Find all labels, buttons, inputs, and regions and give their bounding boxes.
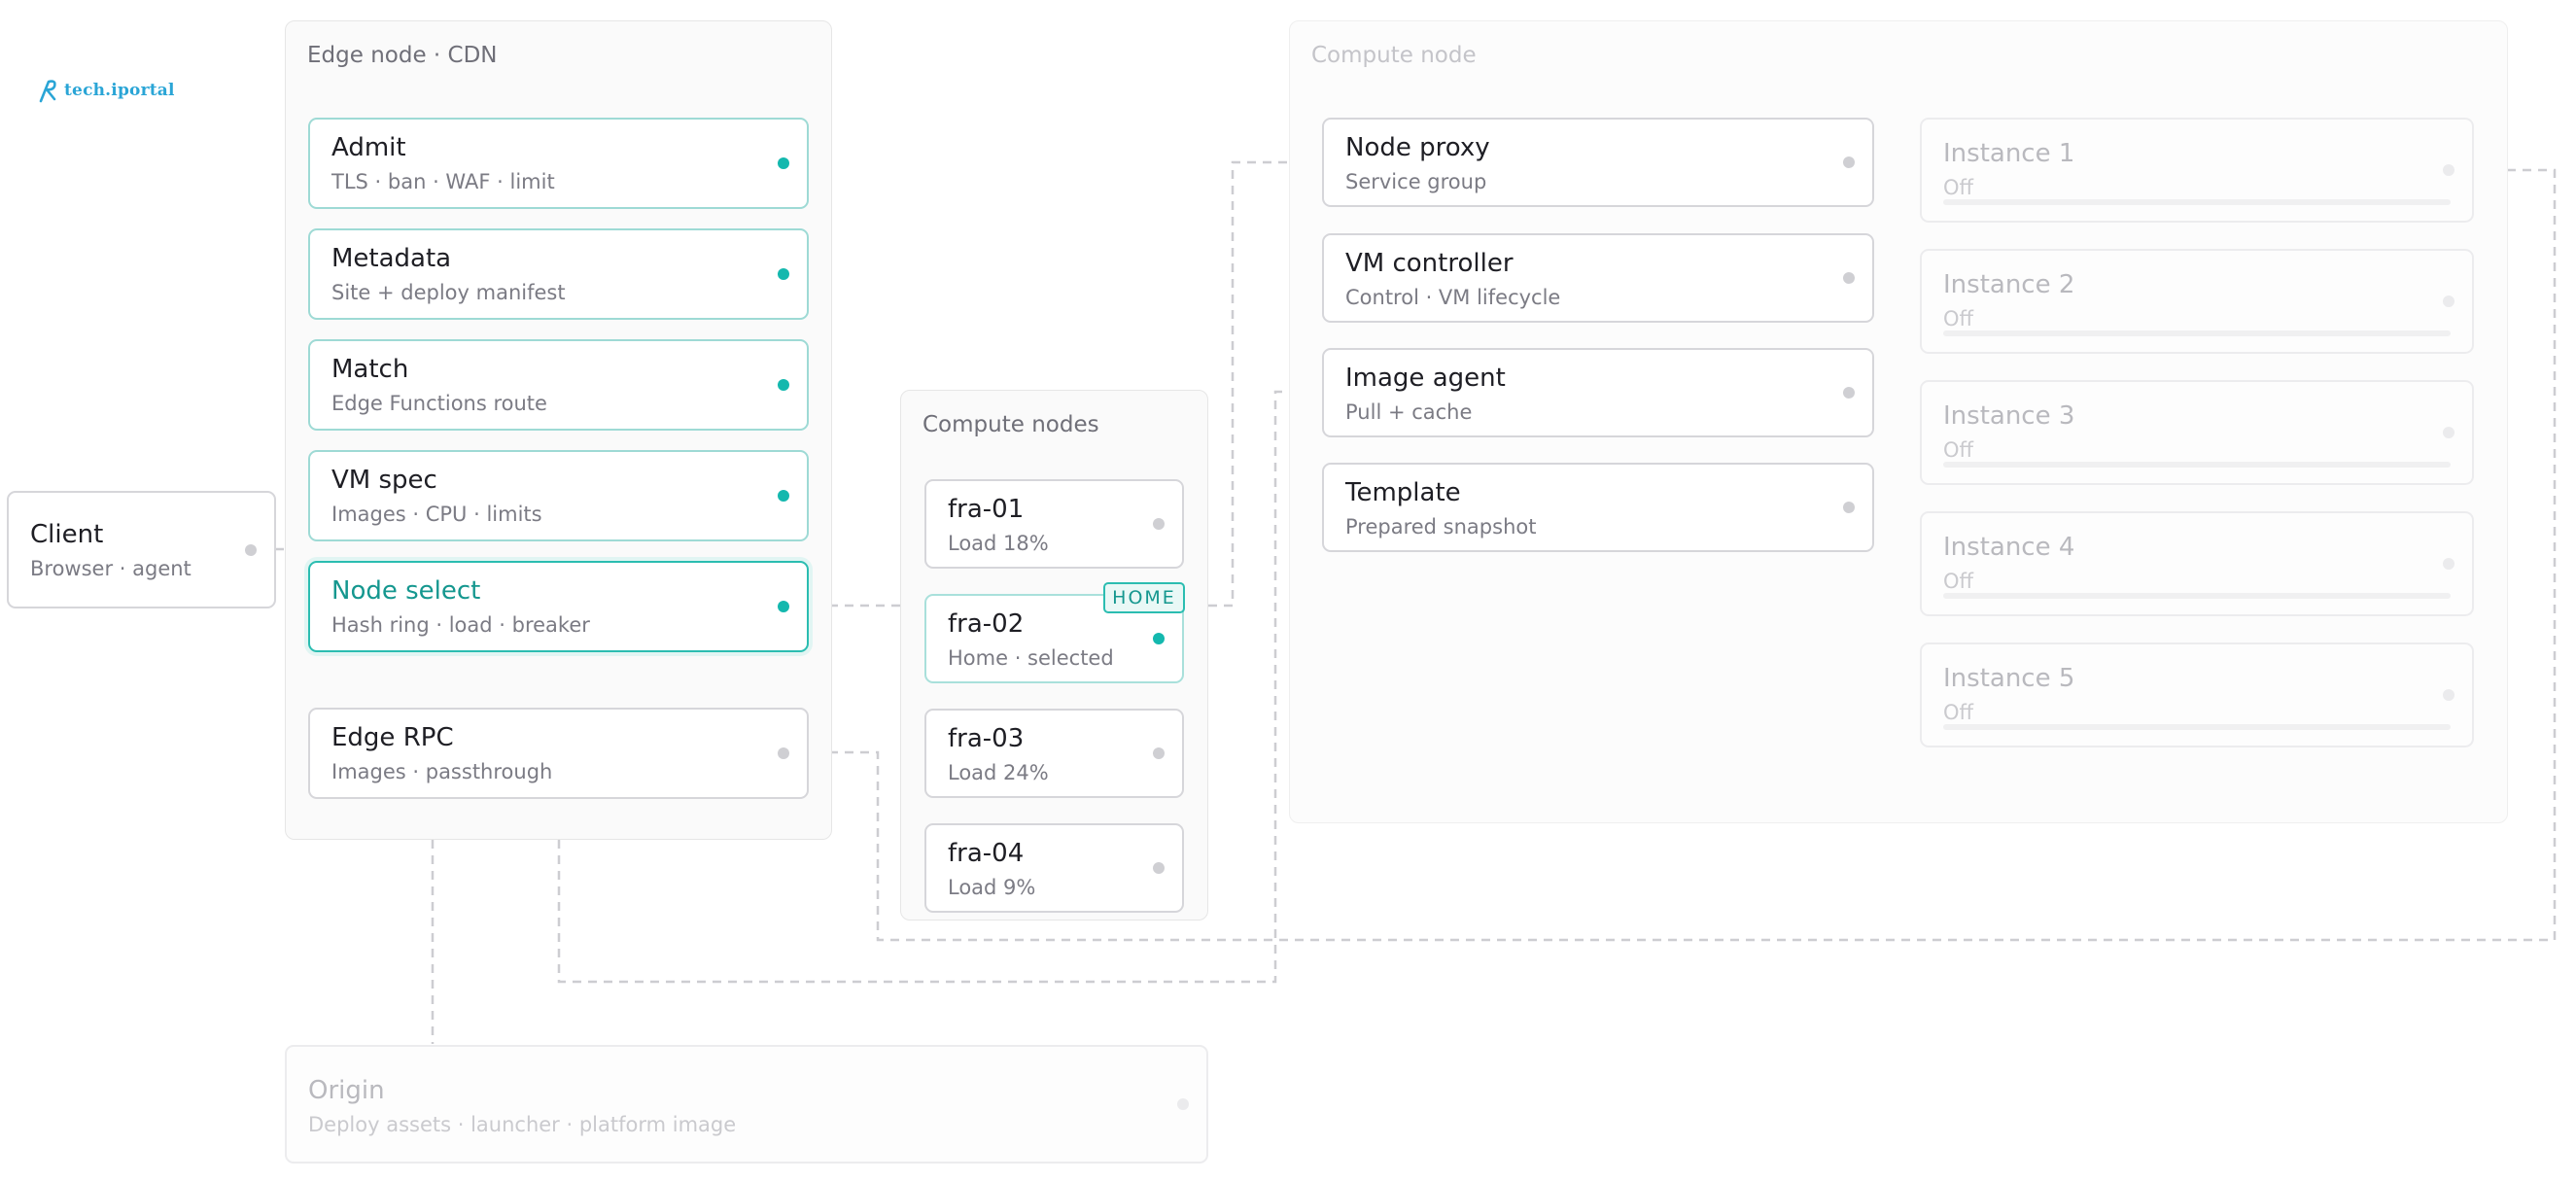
client-card[interactable]: Client Browser · agent <box>7 491 276 608</box>
service-subtitle: Service group <box>1345 170 1487 193</box>
service-subtitle: Control · VM lifecycle <box>1345 286 1561 309</box>
node-status-dot <box>1153 747 1165 759</box>
instance-status-dot <box>2443 558 2454 570</box>
instance-progress-bar <box>1943 330 2451 336</box>
instance-title: Instance 3 <box>1943 401 2075 431</box>
stage-match[interactable]: Match Edge Functions route <box>308 339 809 431</box>
instance-title: Instance 5 <box>1943 664 2075 693</box>
service-template[interactable]: Template Prepared snapshot <box>1322 463 1874 552</box>
service-title: VM controller <box>1345 249 1514 278</box>
logo-text: tech.iportal <box>64 81 175 100</box>
edge-rpc-status-dot <box>778 747 789 759</box>
client-subtitle: Browser · agent <box>30 557 191 580</box>
edge-rpc-subtitle: Images · passthrough <box>331 760 553 783</box>
logo: tech.iportal <box>37 78 175 103</box>
origin-card[interactable]: Origin Deploy assets · launcher · platfo… <box>285 1045 1208 1164</box>
compute-node-title: Compute node <box>1311 43 1477 68</box>
service-title: Image agent <box>1345 364 1506 393</box>
service-status-dot <box>1843 502 1855 513</box>
instance-4[interactable]: Instance 4 Off <box>1920 511 2474 616</box>
logo-mark-icon <box>39 80 56 103</box>
instance-status: Off <box>1943 176 1973 199</box>
stage-metadata[interactable]: Metadata Site + deploy manifest <box>308 228 809 320</box>
node-load: Load 9% <box>948 876 1036 899</box>
stage-status-dot <box>778 157 789 169</box>
service-title: Node proxy <box>1345 133 1490 162</box>
instance-progress-bar <box>1943 724 2451 730</box>
node-title: fra-04 <box>948 839 1025 868</box>
instance-status: Off <box>1943 307 1973 330</box>
origin-title: Origin <box>308 1076 385 1105</box>
stage-subtitle: TLS · ban · WAF · limit <box>331 170 555 193</box>
service-status-dot <box>1843 387 1855 399</box>
origin-subtitle: Deploy assets · launcher · platform imag… <box>308 1113 737 1136</box>
stage-status-dot <box>778 490 789 502</box>
service-subtitle: Pull + cache <box>1345 400 1473 424</box>
stage-subtitle: Hash ring · load · breaker <box>331 613 590 637</box>
service-image-agent[interactable]: Image agent Pull + cache <box>1322 348 1874 437</box>
stage-subtitle: Images · CPU · limits <box>331 503 542 526</box>
node-load: Home · selected <box>948 646 1114 670</box>
service-status-dot <box>1843 272 1855 284</box>
stage-status-dot <box>778 601 789 612</box>
stage-title: VM spec <box>331 466 437 495</box>
instance-progress-bar <box>1943 199 2451 205</box>
node-title: fra-01 <box>948 495 1025 524</box>
instance-title: Instance 2 <box>1943 270 2075 299</box>
stage-title: Metadata <box>331 244 452 273</box>
instance-progress-bar <box>1943 462 2451 468</box>
stage-node-select[interactable]: Node select Hash ring · load · breaker <box>308 561 809 652</box>
instance-status: Off <box>1943 438 1973 462</box>
origin-status-dot <box>1177 1098 1189 1110</box>
service-title: Template <box>1345 478 1461 507</box>
instance-5[interactable]: Instance 5 Off <box>1920 643 2474 747</box>
stage-title: Match <box>331 355 409 384</box>
edge-node-title: Edge node · CDN <box>307 43 498 68</box>
instance-2[interactable]: Instance 2 Off <box>1920 249 2474 354</box>
stage-vm-spec[interactable]: VM spec Images · CPU · limits <box>308 450 809 541</box>
instance-3[interactable]: Instance 3 Off <box>1920 380 2474 485</box>
node-title: fra-03 <box>948 724 1025 753</box>
stage-admit[interactable]: Admit TLS · ban · WAF · limit <box>308 118 809 209</box>
service-vm-controller[interactable]: VM controller Control · VM lifecycle <box>1322 233 1874 323</box>
instance-status-dot <box>2443 427 2454 438</box>
instance-status-dot <box>2443 295 2454 307</box>
node-load: Load 24% <box>948 761 1049 784</box>
node-fra-01[interactable]: fra-01 Load 18% <box>924 479 1184 569</box>
service-status-dot <box>1843 156 1855 168</box>
stage-title: Node select <box>331 576 481 606</box>
home-badge: HOME <box>1103 582 1185 613</box>
edge-rpc-title: Edge RPC <box>331 723 454 752</box>
instance-progress-bar <box>1943 593 2451 599</box>
instance-status-dot <box>2443 164 2454 176</box>
instance-title: Instance 1 <box>1943 139 2075 168</box>
node-load: Load 18% <box>948 532 1049 555</box>
service-subtitle: Prepared snapshot <box>1345 515 1537 538</box>
edge-rpc-card[interactable]: Edge RPC Images · passthrough <box>308 708 809 799</box>
instance-status: Off <box>1943 570 1973 593</box>
node-fra-04[interactable]: fra-04 Load 9% <box>924 823 1184 913</box>
stage-subtitle: Edge Functions route <box>331 392 547 415</box>
instance-status-dot <box>2443 689 2454 701</box>
instance-status: Off <box>1943 701 1973 724</box>
service-node-proxy[interactable]: Node proxy Service group <box>1322 118 1874 207</box>
compute-nodes-title: Compute nodes <box>922 412 1099 437</box>
node-status-dot <box>1153 633 1165 644</box>
stage-status-dot <box>778 379 789 391</box>
node-status-dot <box>1153 862 1165 874</box>
stage-title: Admit <box>331 133 406 162</box>
node-fra-03[interactable]: fra-03 Load 24% <box>924 709 1184 798</box>
instance-title: Instance 4 <box>1943 533 2075 562</box>
stage-subtitle: Site + deploy manifest <box>331 281 566 304</box>
node-title: fra-02 <box>948 609 1025 639</box>
instance-1[interactable]: Instance 1 Off <box>1920 118 2474 223</box>
client-title: Client <box>30 520 104 549</box>
stage-status-dot <box>778 268 789 280</box>
node-status-dot <box>1153 518 1165 530</box>
client-status-dot <box>245 543 257 556</box>
